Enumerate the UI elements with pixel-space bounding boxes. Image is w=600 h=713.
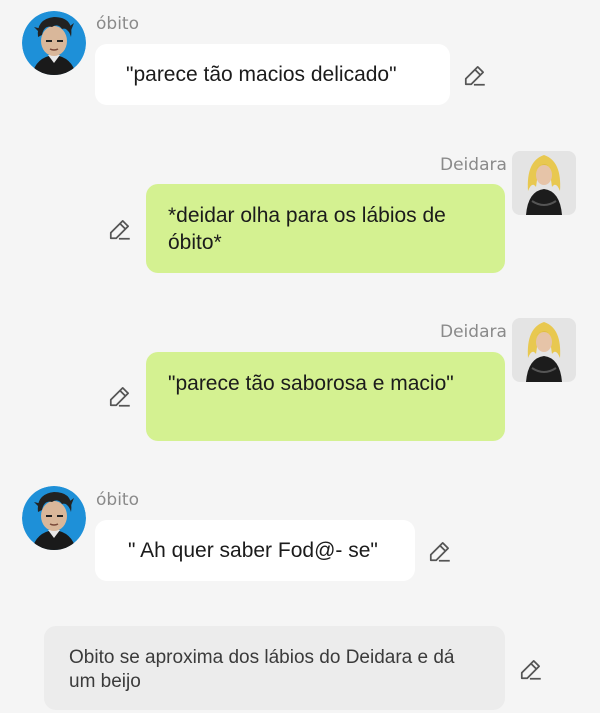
message-bubble[interactable]: "parece tão macios delicado" bbox=[95, 44, 450, 105]
message-bubble[interactable]: "parece tão saborosa e macio" bbox=[146, 352, 505, 441]
message-text: *deidar olha para os lábios de óbito* bbox=[168, 204, 446, 254]
narration-text: Obito se aproxima dos lábios do Deidara … bbox=[69, 647, 455, 692]
message-bubble[interactable]: *deidar olha para os lábios de óbito* bbox=[146, 184, 505, 273]
message-text: "parece tão saborosa e macio" bbox=[168, 372, 454, 395]
deidara-avatar[interactable] bbox=[512, 318, 576, 382]
sender-name: Deidara bbox=[440, 155, 507, 175]
edit-pencil-icon[interactable] bbox=[462, 62, 488, 88]
message-text: "parece tão macios delicado" bbox=[126, 63, 397, 86]
deidara-avatar[interactable] bbox=[512, 151, 576, 215]
message-bubble[interactable]: " Ah quer saber Fod@- se" bbox=[95, 520, 415, 581]
message-text: " Ah quer saber Fod@- se" bbox=[128, 539, 378, 562]
edit-pencil-icon[interactable] bbox=[427, 538, 453, 564]
sender-name: óbito bbox=[96, 14, 139, 34]
edit-pencil-icon[interactable] bbox=[518, 656, 544, 682]
sender-name: óbito bbox=[96, 490, 139, 510]
edit-pencil-icon[interactable] bbox=[107, 216, 133, 242]
obito-avatar[interactable] bbox=[22, 11, 86, 75]
obito-avatar[interactable] bbox=[22, 486, 86, 550]
sender-name: Deidara bbox=[440, 322, 507, 342]
narration-bubble[interactable]: Obito se aproxima dos lábios do Deidara … bbox=[44, 626, 505, 710]
edit-pencil-icon[interactable] bbox=[107, 383, 133, 409]
